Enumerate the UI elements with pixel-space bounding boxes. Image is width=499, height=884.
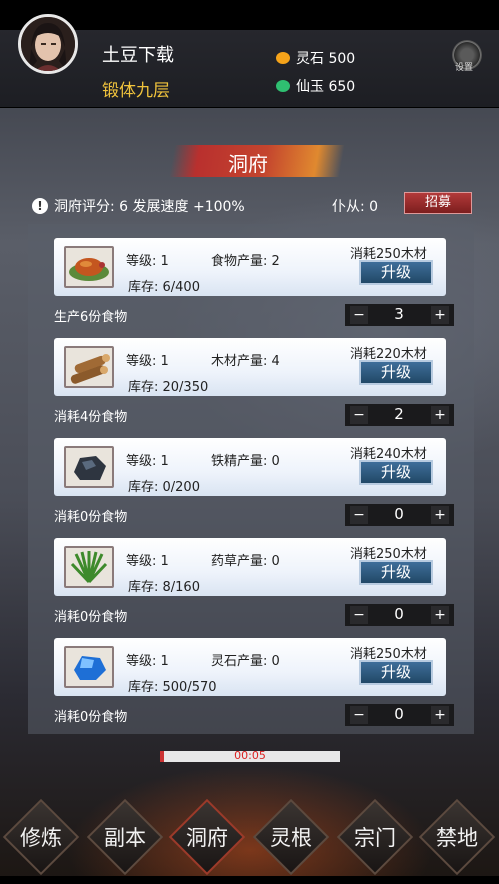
avatar[interactable] (18, 14, 78, 74)
building-card-herb: 等级: 1 药草产量: 0 库存: 8/160 消耗250木材 升级 (54, 538, 446, 596)
building-level: 等级: 1 (126, 254, 169, 269)
building-consumption: 消耗0份食物 (54, 710, 128, 725)
food-icon (64, 246, 114, 288)
worker-stepper: − 0 + (345, 604, 454, 626)
recruit-button[interactable]: 招募 (404, 192, 472, 214)
upgrade-button[interactable]: 升级 (359, 360, 433, 385)
building-consumption: 消耗4份食物 (54, 410, 128, 425)
nav-label: 禁地 (436, 826, 478, 850)
building-output: 木材产量: 4 (211, 354, 280, 369)
worker-count: 0 (394, 705, 404, 723)
building-consumption: 消耗0份食物 (54, 510, 128, 525)
upgrade-button[interactable]: 升级 (359, 260, 433, 285)
building-card-wood: 等级: 1 木材产量: 4 库存: 20/350 消耗220木材 升级 (54, 338, 446, 396)
worker-count: 0 (394, 605, 404, 623)
decrease-button[interactable]: − (350, 406, 368, 424)
cave-info: ! 洞府评分: 6 发展速度 +100% (32, 196, 245, 216)
timer-text: 00:05 (234, 749, 266, 762)
building-stock: 库存: 6/400 (128, 280, 200, 295)
worker-count: 2 (394, 405, 404, 423)
increase-button[interactable]: + (431, 506, 449, 524)
bottom-bar (0, 876, 499, 884)
nav-label: 宗门 (354, 826, 396, 850)
status-bar (0, 0, 499, 30)
page-title: 洞府 (228, 152, 268, 176)
building-stock: 库存: 0/200 (128, 480, 200, 495)
building-card-food: 等级: 1 食物产量: 2 库存: 6/400 消耗250木材 升级 (54, 238, 446, 296)
character-portrait-icon (21, 17, 75, 71)
building-output: 食物产量: 2 (211, 254, 280, 269)
increase-button[interactable]: + (431, 406, 449, 424)
building-output: 铁精产量: 0 (211, 454, 280, 469)
building-stock: 库存: 20/350 (128, 380, 209, 395)
nav-cultivate[interactable]: 修炼 (2, 798, 80, 876)
jade-value: 仙玉 650 (296, 79, 356, 95)
building-consumption: 生产6份食物 (54, 310, 128, 325)
nav-label: 洞府 (186, 826, 228, 850)
building-consumption: 消耗0份食物 (54, 610, 128, 625)
servant-count: 仆从: 0 (332, 199, 379, 215)
decrease-button[interactable]: − (350, 506, 368, 524)
building-output: 灵石产量: 0 (211, 654, 280, 669)
increase-button[interactable]: + (431, 606, 449, 624)
worker-stepper: − 0 + (345, 504, 454, 526)
upgrade-button[interactable]: 升级 (359, 560, 433, 585)
iron-ore-icon (64, 446, 114, 488)
decrease-button[interactable]: − (350, 306, 368, 324)
worker-stepper: − 2 + (345, 404, 454, 426)
building-level: 等级: 1 (126, 654, 169, 669)
building-level: 等级: 1 (126, 354, 169, 369)
timer-progress-bar: 00:05 (160, 749, 340, 762)
cave-score-text: 洞府评分: 6 发展速度 +100% (54, 199, 245, 215)
player-name: 土豆下载 (102, 45, 174, 66)
building-card-spirit-stone: 等级: 1 灵石产量: 0 库存: 500/570 消耗250木材 升级 (54, 638, 446, 696)
spirit-crystal-icon (64, 646, 114, 688)
increase-button[interactable]: + (431, 706, 449, 724)
building-level: 等级: 1 (126, 454, 169, 469)
worker-count: 3 (394, 305, 404, 323)
upgrade-button[interactable]: 升级 (359, 460, 433, 485)
settings-label[interactable]: 设置 (455, 60, 473, 73)
decrease-button[interactable]: − (350, 606, 368, 624)
worker-stepper: − 0 + (345, 704, 454, 726)
building-stock: 库存: 500/570 (128, 680, 217, 695)
building-card-iron: 等级: 1 铁精产量: 0 库存: 0/200 消耗240木材 升级 (54, 438, 446, 496)
cultivation-realm: 锻体九层 (102, 81, 170, 101)
herb-icon (64, 546, 114, 588)
spirit-stone-value: 灵石 500 (296, 51, 356, 67)
nav-spirit-root[interactable]: 灵根 (252, 798, 330, 876)
jade-counter: 仙玉 650 (276, 76, 355, 96)
jade-icon (276, 80, 290, 92)
building-output: 药草产量: 0 (211, 554, 280, 569)
info-icon[interactable]: ! (32, 198, 48, 214)
upgrade-button[interactable]: 升级 (359, 660, 433, 685)
nav-label: 灵根 (270, 826, 312, 850)
building-level: 等级: 1 (126, 554, 169, 569)
nav-cave[interactable]: 洞府 (168, 798, 246, 876)
nav-sect[interactable]: 宗门 (336, 798, 414, 876)
increase-button[interactable]: + (431, 306, 449, 324)
nav-label: 副本 (104, 826, 146, 850)
worker-stepper: − 3 + (345, 304, 454, 326)
nav-label: 修炼 (20, 826, 62, 850)
worker-count: 0 (394, 505, 404, 523)
spirit-stone-icon (276, 52, 290, 64)
wood-icon (64, 346, 114, 388)
nav-forbidden-land[interactable]: 禁地 (418, 798, 496, 876)
building-stock: 库存: 8/160 (128, 580, 200, 595)
decrease-button[interactable]: − (350, 706, 368, 724)
spirit-stone-counter: 灵石 500 (276, 48, 355, 68)
nav-dungeon[interactable]: 副本 (86, 798, 164, 876)
